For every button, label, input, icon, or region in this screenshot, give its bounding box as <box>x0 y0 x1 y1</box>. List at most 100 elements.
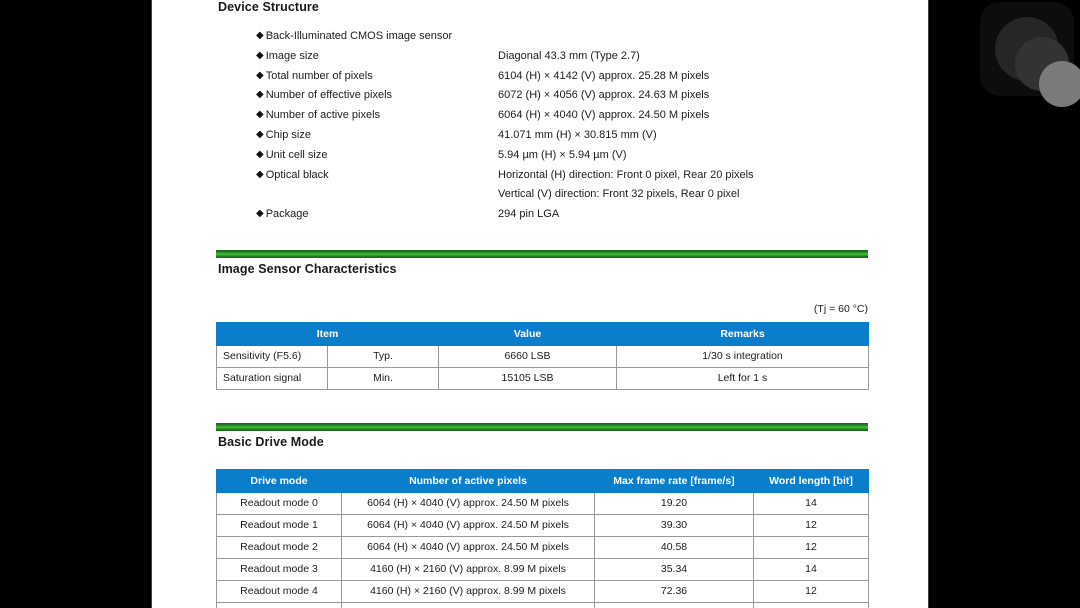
cell-word-length: 12 <box>753 536 869 559</box>
cell-remarks: Left for 1 s <box>616 367 869 390</box>
diamond-bullet-icon: ◆ <box>256 89 264 101</box>
spec-label: ◆ Number of effective pixels <box>256 89 393 102</box>
cell-word-length: 12 <box>753 602 869 608</box>
diamond-bullet-icon: ◆ <box>256 109 264 121</box>
spec-value: 41.071 mm (H) × 30.815 mm (V) <box>498 129 657 141</box>
section-title-image-sensor-characteristics: Image Sensor Characteristics <box>218 262 397 276</box>
page-edge-right <box>928 0 929 608</box>
cell-remarks: 1/30 s integration <box>616 345 869 368</box>
spec-value: 294 pin LGA <box>498 208 560 221</box>
camera-lens-icon[interactable] <box>980 2 1080 107</box>
spec-value: Vertical (V) direction: Front 32 pixels,… <box>498 188 740 201</box>
table-row: Readout mode 1 6064 (H) × 4040 (V) approx… <box>216 514 869 537</box>
characteristics-table-note: (Tj = 60 °C) <box>813 303 868 315</box>
table-row: Sensitivity (F5.6) Typ. 6660 LSB 1/30 s int… <box>216 345 869 368</box>
cell-drive-mode: Readout mode 0 <box>216 492 342 515</box>
cell-drive-mode: Readout mode 3 <box>216 558 342 581</box>
spec-label: ◆ Back-Illuminated CMOS image sensor <box>256 30 453 42</box>
cell-active-pixels: 4160 (H) × 2160 (V) approx. 8.99 M pixel… <box>341 602 595 608</box>
cell-drive-mode: Readout mode 4 <box>216 580 342 603</box>
table-row: Saturation signal Min. 15105 LSB Left for 1… <box>216 367 869 390</box>
letterbox-left <box>0 0 151 608</box>
cell-active-pixels: 6064 (H) × 4040 (V) approx. 24.50 M pixe… <box>341 514 595 537</box>
cell-item: Saturation signal <box>216 367 328 390</box>
spec-row: ◆ Optical black Horizontal (H) direction: … <box>152 169 928 189</box>
column-header-active-pixels: Number of active pixels <box>341 469 595 493</box>
cell-active-pixels: 4160 (H) × 2160 (V) approx. 8.99 M pixel… <box>341 580 595 603</box>
cell-word-length: 12 <box>753 580 869 603</box>
cell-condition: Typ. <box>327 345 439 368</box>
spec-value: 6072 (H) × 4056 (V) approx. 24.63 M pixe… <box>498 89 710 102</box>
diamond-bullet-icon: ◆ <box>256 49 264 61</box>
spec-row: ◆ Number of active pixels 6064 (H) × 4040 … <box>152 109 928 129</box>
spec-row: ◆ Package 294 pin LGA <box>152 208 928 228</box>
spec-label: ◆ Image size <box>256 49 319 62</box>
spec-label: ◆ Package <box>256 208 309 221</box>
diamond-bullet-icon: ◆ <box>256 129 264 140</box>
cell-drive-mode: Readout mode 2 <box>216 536 342 559</box>
section-title-basic-drive-mode: Basic Drive Mode <box>218 435 324 449</box>
spec-row: ◆ Number of effective pixels 6072 (H) × 40… <box>152 89 928 109</box>
cell-max-frame-rate: 97.57 <box>594 602 754 608</box>
cell-active-pixels: 6064 (H) × 4040 (V) approx. 24.50 M pixe… <box>341 492 595 515</box>
cell-word-length: 14 <box>753 492 869 515</box>
camera-ring-inner <box>1015 37 1080 107</box>
table-row: Readout mode 3 4160 (H) × 2160 (V) approx… <box>216 558 869 581</box>
spec-row: ◆ Image size Diagonal 43.3 mm (Type 2.7) <box>152 50 928 70</box>
cell-max-frame-rate: 19.20 <box>594 492 754 515</box>
cell-word-length: 14 <box>753 558 869 581</box>
cell-value: 6660 LSB <box>438 345 617 368</box>
column-header-max-frame-rate: Max frame rate [frame/s] <box>594 469 754 493</box>
document-viewer[interactable]: Device Structure ◆ Back-Illuminated CMOS … <box>0 0 1080 608</box>
spec-label: ◆ Total number of pixels <box>256 69 373 82</box>
camera-ring-outer <box>995 17 1080 107</box>
spec-row: Vertical (V) direction: Front 32 pixels,… <box>152 188 928 208</box>
diamond-bullet-icon: ◆ <box>256 168 264 180</box>
column-header-word-length: Word length [bit] <box>753 469 869 493</box>
section-rule-basic-drive-mode <box>216 423 868 431</box>
cell-active-pixels: 6064 (H) × 4040 (V) approx. 24.50 M pixe… <box>341 536 595 559</box>
spec-value: Diagonal 43.3 mm (Type 2.7) <box>498 49 640 62</box>
spec-value: 6104 (H) × 4142 (V) approx. 25.28 M pixe… <box>498 69 710 82</box>
column-header-value: Value <box>438 322 617 346</box>
table-row: Readout mode 4 4160 (H) × 2160 (V) approx… <box>216 580 869 603</box>
spec-label: ◆ Unit cell size <box>256 148 328 161</box>
spec-label: ◆ Optical black <box>256 168 329 181</box>
diamond-bullet-icon: ◆ <box>256 148 264 160</box>
spec-row: ◆ Chip size 41.071 mm (H) × 30.815 mm (V) <box>152 129 928 149</box>
section-title-device-structure: Device Structure <box>218 0 319 14</box>
camera-lens-glass <box>1039 61 1080 107</box>
cell-drive-mode: Readout mode 5 <box>216 602 342 608</box>
document-page[interactable]: Device Structure ◆ Back-Illuminated CMOS … <box>152 0 928 608</box>
cell-drive-mode: Readout mode 1 <box>216 514 342 537</box>
cell-condition: Min. <box>327 367 439 390</box>
cell-value: 15105 LSB <box>438 367 617 390</box>
table-row: Readout mode 2 6064 (H) × 4040 (V) approx… <box>216 536 869 559</box>
image-sensor-characteristics-table: Item Value Remarks Sensitivity (F5.6) Typ… <box>216 322 869 390</box>
column-header-drive-mode: Drive mode <box>216 469 342 493</box>
spec-row: ◆ Unit cell size 5.94 µm (H) × 5.94 µm (V) <box>152 149 928 169</box>
diamond-bullet-icon: ◆ <box>256 69 264 81</box>
diamond-bullet-icon: ◆ <box>256 30 264 41</box>
spec-value: Horizontal (H) direction: Front 0 pixel,… <box>498 168 754 181</box>
column-header-remarks: Remarks <box>616 322 869 346</box>
spec-label: ◆ Chip size <box>256 129 311 141</box>
column-header-item: Item <box>216 322 439 346</box>
cell-max-frame-rate: 40.58 <box>594 536 754 559</box>
cell-active-pixels: 4160 (H) × 2160 (V) approx. 8.99 M pixel… <box>341 558 595 581</box>
section-rule-image-sensor-characteristics <box>216 250 868 258</box>
table-row: Readout mode 54160 (H) × 2160 (V) approx… <box>216 602 869 608</box>
spec-value: 5.94 µm (H) × 5.94 µm (V) <box>498 148 627 161</box>
table-header-row: Item Value Remarks <box>216 322 869 346</box>
spec-row: ◆ Back-Illuminated CMOS image sensor <box>152 30 928 50</box>
diamond-bullet-icon: ◆ <box>256 208 264 220</box>
basic-drive-mode-table: Drive mode Number of active pixels Max f… <box>216 469 869 608</box>
cell-max-frame-rate: 72.36 <box>594 580 754 603</box>
cell-word-length: 12 <box>753 514 869 537</box>
cell-max-frame-rate: 39.30 <box>594 514 754 537</box>
spec-row: ◆ Total number of pixels 6104 (H) × 4142 (… <box>152 70 928 90</box>
table-row: Readout mode 0 6064 (H) × 4040 (V) approx… <box>216 492 869 515</box>
spec-value: 6064 (H) × 4040 (V) approx. 24.50 M pixe… <box>498 109 710 122</box>
table-header-row: Drive mode Number of active pixels Max f… <box>216 469 869 493</box>
cell-max-frame-rate: 35.34 <box>594 558 754 581</box>
